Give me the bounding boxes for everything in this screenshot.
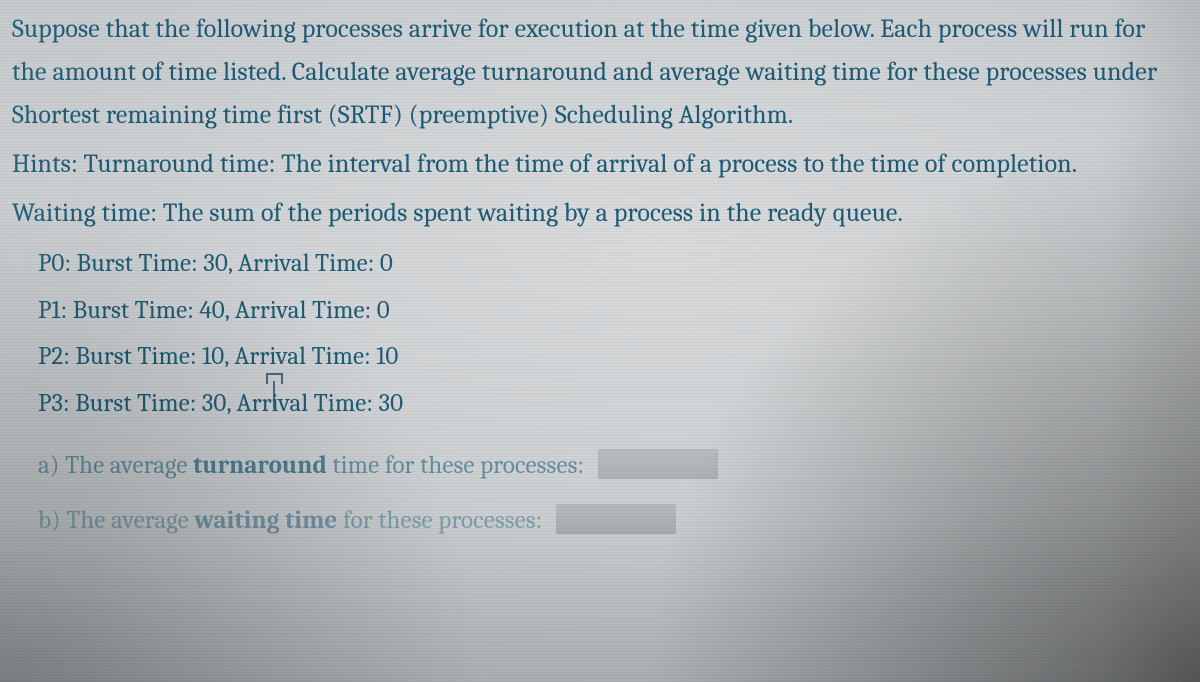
answer-b-blank[interactable] xyxy=(556,504,676,534)
answer-a-keyword: turnaround xyxy=(193,451,327,480)
answer-b-prefix: b) The average xyxy=(38,506,194,535)
answer-a: a) The average turnaround time for these… xyxy=(38,438,1182,493)
text-cursor-icon: r xyxy=(262,389,272,418)
process-row: P3: Burst Time: 30, Arrival Time: 30 xyxy=(38,382,1182,427)
hint-turnaround: Hints: Turnaround time: The interval fro… xyxy=(12,143,1182,186)
answer-a-prefix: a) The average xyxy=(38,451,193,480)
hint-waiting: Waiting time: The sum of the periods spe… xyxy=(12,192,1182,235)
answer-a-suffix: time for these processes: xyxy=(327,451,584,480)
process-row: P1: Burst Time: 40, Arrival Time: 0 xyxy=(38,289,1182,334)
answer-b: b) The average waiting time for these pr… xyxy=(38,493,1182,548)
process-row-text: P3: Burst Time: 30, Ar xyxy=(38,389,262,418)
process-row: P0: Burst Time: 30, Arrival Time: 0 xyxy=(38,242,1182,287)
answer-section: a) The average turnaround time for these… xyxy=(12,438,1182,548)
process-row-text: ival Time: 30 xyxy=(272,389,403,418)
answer-b-suffix: for these processes: xyxy=(337,506,542,535)
process-list: P0: Burst Time: 30, Arrival Time: 0 P1: … xyxy=(12,242,1182,426)
question-intro: Suppose that the following processes arr… xyxy=(12,8,1182,137)
answer-b-keyword: waiting time xyxy=(194,506,337,535)
answer-a-blank[interactable] xyxy=(598,449,718,479)
process-row: P2: Burst Time: 10, Arrival Time: 10 xyxy=(38,335,1182,380)
